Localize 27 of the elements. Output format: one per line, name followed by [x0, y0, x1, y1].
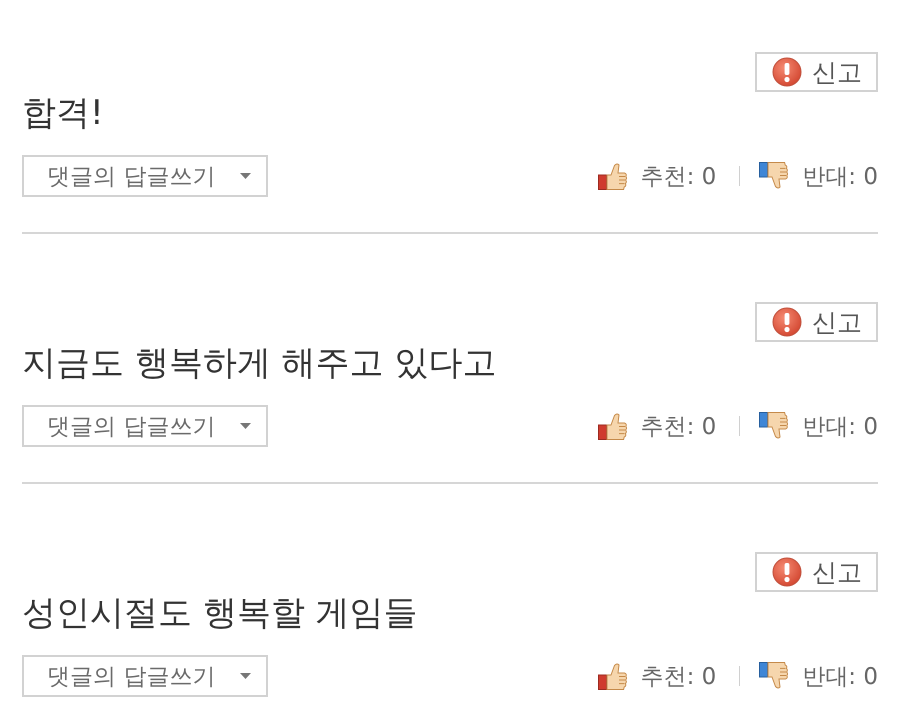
comment-text: 합격!	[22, 92, 105, 134]
thumbs-up-icon	[598, 162, 628, 190]
thumbs-up-icon	[598, 662, 628, 690]
report-button[interactable]: 신고	[755, 52, 878, 92]
thumbs-up-icon	[598, 412, 628, 440]
recommend-button[interactable]: 추천: 0	[598, 660, 716, 692]
warning-icon	[772, 307, 802, 337]
caret-icon	[240, 423, 251, 429]
caret-icon	[240, 673, 251, 679]
comment-text: 성인시절도 행복할 게임들	[22, 592, 419, 634]
thumbs-down-icon	[759, 662, 790, 690]
oppose-button[interactable]: 반대: 0	[759, 160, 878, 192]
comment-text: 지금도 행복하게 해주고 있다고	[22, 342, 498, 384]
report-button[interactable]: 신고	[755, 552, 878, 592]
thumbs-down-icon	[759, 412, 790, 440]
recommend-button[interactable]: 추천: 0	[598, 410, 716, 442]
reply-button[interactable]: 댓글의 답글쓰기	[22, 155, 268, 197]
warning-icon	[772, 557, 802, 587]
oppose-button[interactable]: 반대: 0	[759, 410, 878, 442]
recommend-button[interactable]: 추천: 0	[598, 160, 716, 192]
oppose-button[interactable]: 반대: 0	[759, 660, 878, 692]
warning-icon	[772, 57, 802, 87]
reply-button[interactable]: 댓글의 답글쓰기	[22, 655, 268, 697]
caret-icon	[240, 173, 251, 179]
report-button[interactable]: 신고	[755, 302, 878, 342]
thumbs-down-icon	[759, 162, 790, 190]
reply-button[interactable]: 댓글의 답글쓰기	[22, 405, 268, 447]
